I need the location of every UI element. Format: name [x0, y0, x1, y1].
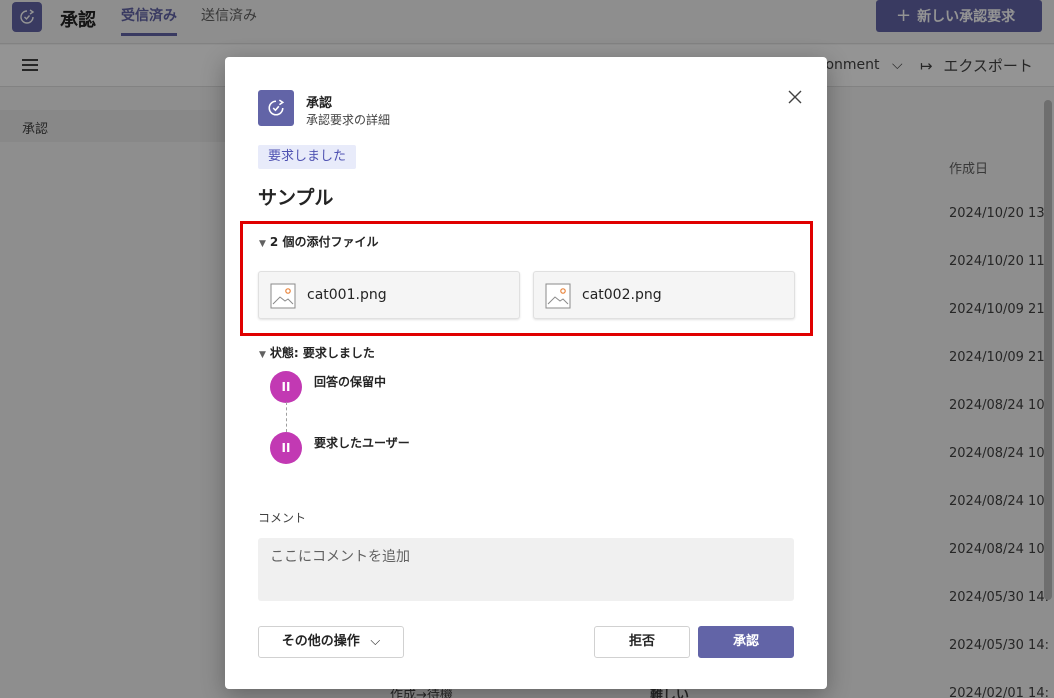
- pause-icon: II: [270, 432, 302, 464]
- reject-button[interactable]: 拒否: [594, 626, 690, 658]
- approval-details-dialog: 承認 承認要求の詳細 要求しました サンプル ▼ 2 個の添付ファイル cat00…: [225, 57, 827, 689]
- caret-down-icon: ▼: [259, 239, 266, 249]
- other-actions-label: その他の操作: [281, 634, 360, 649]
- image-file-icon: [545, 283, 571, 309]
- attachment-filename: cat001.png: [307, 287, 387, 303]
- dialog-title: 承認: [306, 96, 333, 111]
- attachments-header: 2 個の添付ファイル: [269, 235, 379, 249]
- close-button[interactable]: [785, 87, 805, 107]
- other-actions-button[interactable]: その他の操作 ⌵: [258, 626, 404, 658]
- attachment-filename: cat002.png: [582, 287, 662, 303]
- timeline-step-label: 要求したユーザー: [314, 436, 410, 450]
- status-section-header: 状態: 要求しました: [269, 346, 375, 360]
- image-file-icon: [270, 283, 296, 309]
- attachment-card[interactable]: cat001.png: [258, 271, 520, 319]
- attachments-section-toggle[interactable]: ▼ 2 個の添付ファイル: [259, 233, 378, 250]
- dialog-subtitle: 承認要求の詳細: [306, 113, 391, 127]
- comment-label: コメント: [258, 511, 307, 525]
- attachment-card[interactable]: cat002.png: [533, 271, 795, 319]
- approvals-dialog-icon: [258, 90, 294, 126]
- pause-icon: II: [270, 371, 302, 403]
- approve-button[interactable]: 承認: [698, 626, 794, 658]
- status-badge: 要求しました: [258, 145, 357, 169]
- chevron-down-icon: ⌵: [370, 634, 381, 649]
- comment-input[interactable]: [258, 538, 794, 601]
- caret-down-icon: ▼: [259, 350, 266, 360]
- approval-check-icon: [268, 99, 285, 116]
- request-title: サンプル: [258, 187, 334, 209]
- status-section-toggle[interactable]: ▼ 状態: 要求しました: [259, 344, 375, 361]
- timeline-connector: [286, 402, 287, 432]
- timeline-step-label: 回答の保留中: [314, 375, 387, 389]
- close-icon: [788, 90, 802, 104]
